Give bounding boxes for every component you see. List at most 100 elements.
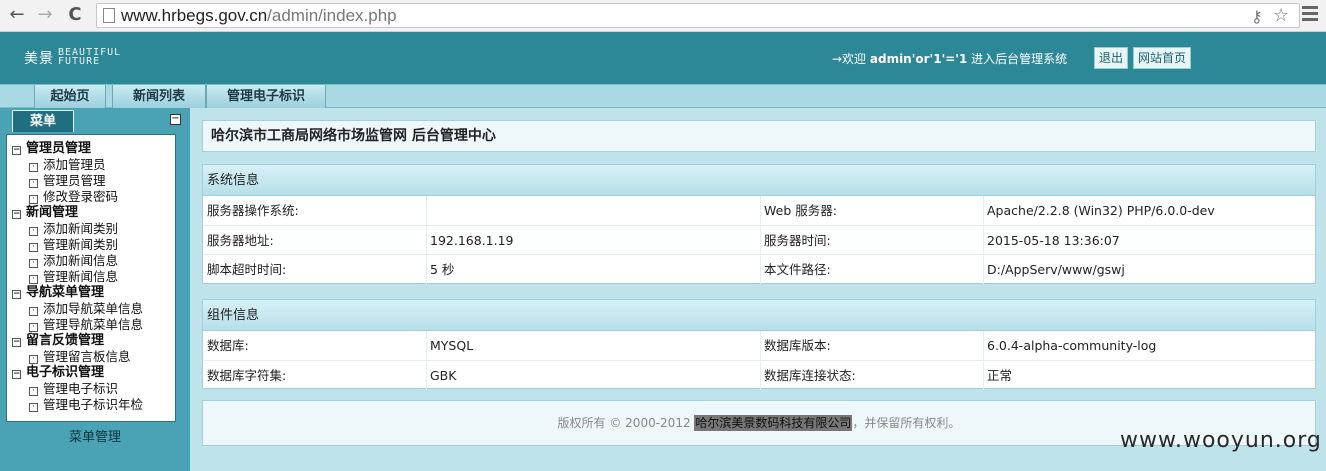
menu-item[interactable]: · 添加新闻信息 — [12, 253, 175, 269]
info-key: Web 服务器: — [764, 203, 837, 218]
sidebar-menu-tab[interactable]: 菜单 — [12, 110, 74, 132]
menu-item[interactable]: · 管理导航菜单信息 — [12, 317, 175, 333]
collapse-box-icon[interactable]: − — [12, 146, 21, 155]
info-value: 正常 — [987, 368, 1013, 383]
leaf-box-icon: · — [29, 307, 38, 316]
component-info-heading: 组件信息 — [203, 300, 1315, 331]
tab-manage-e-id[interactable]: 管理电子标识 — [206, 85, 326, 108]
info-value: 6.0.4-alpha-community-log — [987, 338, 1157, 353]
menu-item-label: 添加新闻类别 — [43, 221, 119, 236]
menu-tree: − 管理员管理 · 添加管理员 · 管理员管理 · 修改登录密码 − 新闻管理 · 添加新闻类别 · 管理… — [6, 134, 176, 422]
menu-item-label: 管理电子标识 — [43, 381, 119, 396]
sidebar: 菜单 − − 管理员管理 · 添加管理员 · 管理员管理 · 修改登录密码 − 新闻管理 · 添加新闻… — [0, 108, 190, 471]
menu-group-title[interactable]: − 导航菜单管理 — [12, 285, 175, 301]
info-key: 服务器地址: — [207, 233, 274, 248]
tab-start-page[interactable]: 起始页 — [34, 85, 106, 108]
sidebar-footer: 菜单管理 — [68, 430, 121, 445]
menu-item-label: 管理留言板信息 — [43, 349, 131, 364]
menu-item-label: 管理新闻类别 — [43, 237, 119, 252]
menu-group-title[interactable]: − 留言反馈管理 — [12, 333, 175, 349]
info-row: 服务器地址: 192.168.1.19 服务器时间: 2015-05-18 13:36… — [203, 225, 1315, 255]
menu-item-label: 修改登录密码 — [43, 189, 119, 204]
leaf-box-icon: · — [29, 179, 38, 188]
browser-menu-icon[interactable] — [1302, 6, 1318, 24]
menu-item[interactable]: · 管理新闻类别 — [12, 237, 175, 253]
info-row: 服务器操作系统: Web 服务器: Apache/2.2.8 (Win32) PHP… — [203, 196, 1315, 225]
logo-main: 美景 — [24, 51, 54, 67]
menu-item[interactable]: · 管理员管理 — [12, 173, 175, 189]
browser-toolbar: ← → C www.hrbegs.gov.cn/admin/index.php … — [0, 0, 1326, 32]
collapse-icon[interactable]: − — [170, 114, 181, 125]
site-home-button[interactable]: 网站首页 — [1133, 47, 1192, 69]
site-header: 美景 BEAUTIFUL FUTURE →欢迎 admin'or'1'='1 进入后… — [0, 32, 1326, 84]
menu-group: − 管理员管理 · 添加管理员 · 管理员管理 · 修改登录密码 — [12, 141, 175, 205]
info-row: 脚本超时时间: 5 秒 本文件路径: D:/AppServ/www/gswj — [203, 254, 1315, 284]
page-icon — [103, 8, 115, 23]
tab-news-list[interactable]: 新闻列表 — [112, 85, 206, 108]
leaf-box-icon: · — [29, 387, 38, 396]
tab-bar: 起始页 新闻列表 管理电子标识 — [0, 84, 1326, 108]
key-icon[interactable]: ⚷ — [1251, 7, 1263, 26]
star-icon[interactable]: ☆ — [1273, 5, 1289, 26]
leaf-box-icon: · — [29, 275, 38, 284]
welcome-message: →欢迎 admin'or'1'='1 进入后台管理系统 — [832, 50, 1067, 67]
menu-group: − 电子标识管理 · 管理电子标识 · 管理电子标识年检 — [12, 365, 175, 413]
page-title: 哈尔滨市工商局网络市场监管网 后台管理中心 — [202, 120, 1316, 152]
collapse-box-icon[interactable]: − — [12, 370, 21, 379]
info-row: 数据库字符集: GBK 数据库连接状态: 正常 — [203, 360, 1315, 390]
collapse-box-icon[interactable]: − — [12, 210, 21, 219]
forward-icon[interactable]: → — [34, 4, 56, 26]
logo-sub-2: FUTURE — [58, 56, 101, 67]
menu-group-label: 新闻管理 — [26, 205, 79, 220]
info-key: 本文件路径: — [764, 262, 831, 277]
leaf-box-icon: · — [29, 195, 38, 204]
menu-group-title[interactable]: − 电子标识管理 — [12, 365, 175, 381]
menu-item[interactable]: · 添加导航菜单信息 — [12, 301, 175, 317]
reload-icon[interactable]: C — [64, 4, 86, 26]
menu-group-title[interactable]: − 管理员管理 — [12, 141, 175, 157]
info-key: 数据库连接状态: — [764, 368, 856, 383]
menu-item[interactable]: · 管理留言板信息 — [12, 349, 175, 365]
menu-group-label: 导航菜单管理 — [26, 285, 105, 300]
main-content: 哈尔滨市工商局网络市场监管网 后台管理中心 系统信息 服务器操作系统: Web 服… — [190, 108, 1326, 471]
info-value: GBK — [430, 368, 457, 383]
leaf-box-icon: · — [29, 403, 38, 412]
back-icon[interactable]: ← — [6, 4, 28, 26]
url-domain: www.hrbegs.gov.cn — [121, 6, 268, 25]
menu-group: − 导航菜单管理 · 添加导航菜单信息 · 管理导航菜单信息 — [12, 285, 175, 333]
leaf-box-icon: · — [29, 323, 38, 332]
menu-item[interactable]: · 管理新闻信息 — [12, 269, 175, 285]
footer-company-link[interactable]: 哈尔滨美景数码科技有限公司 — [694, 415, 853, 431]
menu-group: − 留言反馈管理 · 管理留言板信息 — [12, 333, 175, 365]
info-value: 5 秒 — [430, 262, 455, 277]
menu-item[interactable]: · 管理电子标识年检 — [12, 397, 175, 413]
menu-item-label: 管理电子标识年检 — [43, 397, 144, 412]
leaf-box-icon: · — [29, 259, 38, 268]
menu-item[interactable]: · 管理电子标识 — [12, 381, 175, 397]
menu-item[interactable]: · 添加管理员 — [12, 157, 175, 173]
address-bar[interactable]: www.hrbegs.gov.cn/admin/index.php ⚷ ☆ — [96, 3, 1300, 28]
menu-item[interactable]: · 修改登录密码 — [12, 189, 175, 205]
menu-group-title[interactable]: − 新闻管理 — [12, 205, 175, 221]
menu-group: − 新闻管理 · 添加新闻类别 · 管理新闻类别 · 添加新闻信息 · 管理新闻信息 — [12, 205, 175, 285]
info-value: MYSQL — [430, 338, 474, 353]
system-info-panel: 系统信息 服务器操作系统: Web 服务器: Apache/2.2.8 (Win32… — [202, 164, 1316, 284]
collapse-box-icon[interactable]: − — [12, 338, 21, 347]
menu-group-label: 留言反馈管理 — [26, 333, 105, 348]
welcome-prefix: →欢迎 — [832, 52, 870, 66]
logout-button[interactable]: 退出 — [1094, 47, 1129, 69]
info-value: D:/AppServ/www/gswj — [987, 262, 1125, 277]
menu-item[interactable]: · 添加新闻类别 — [12, 221, 175, 237]
info-value: 2015-05-18 13:36:07 — [987, 233, 1120, 248]
info-key: 数据库: — [207, 338, 249, 353]
info-key: 服务器操作系统: — [207, 203, 299, 218]
info-row: 数据库: MYSQL 数据库版本: 6.0.4-alpha-community-log — [203, 331, 1315, 360]
footer-prefix: 版权所有 © 2000-2012 — [557, 416, 695, 430]
collapse-box-icon[interactable]: − — [12, 290, 21, 299]
leaf-box-icon: · — [29, 355, 38, 364]
footer-suffix: ，并保留所有权利。 — [852, 416, 961, 430]
info-key: 数据库版本: — [764, 338, 831, 353]
url-text[interactable]: www.hrbegs.gov.cn/admin/index.php — [121, 6, 397, 26]
sidebar-header: 菜单 − — [6, 110, 184, 132]
info-key: 服务器时间: — [764, 233, 831, 248]
